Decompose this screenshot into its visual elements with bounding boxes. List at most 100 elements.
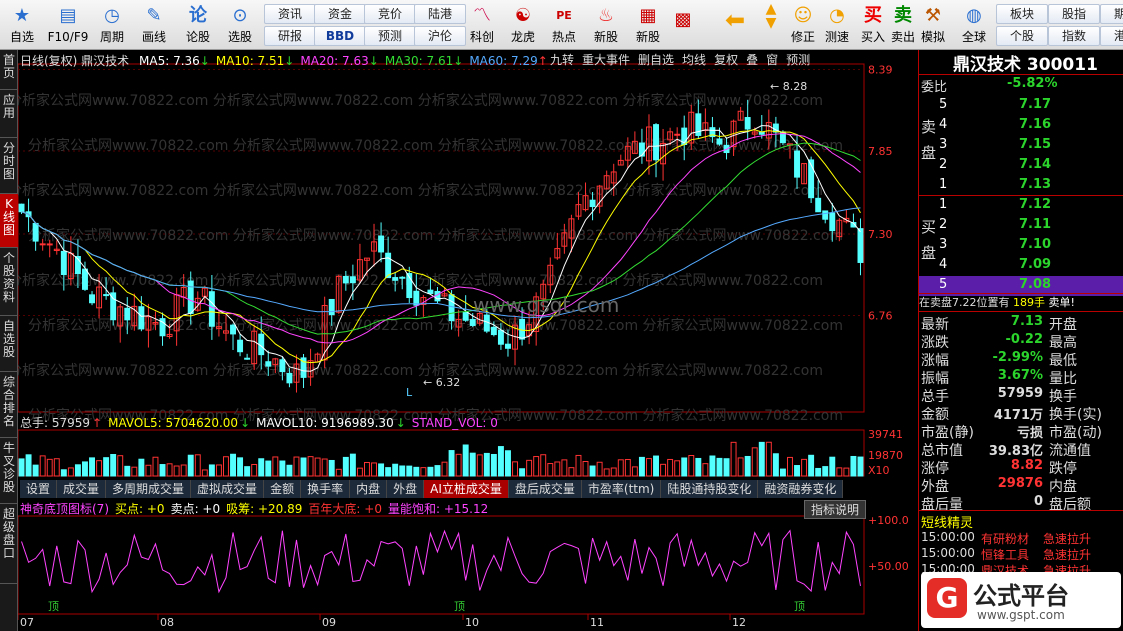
- sidenav-profile[interactable]: 个股资料: [0, 248, 18, 316]
- volume-tab-1[interactable]: 成交量: [57, 480, 107, 498]
- toolbar-dragon-tiger[interactable]: ☯ 龙虎: [505, 2, 541, 44]
- level-number: 4: [939, 257, 948, 272]
- toolbar-hot[interactable]: ♨ 新股: [588, 2, 624, 44]
- sell-level[interactable]: 1 7.13: [919, 176, 1123, 196]
- volume-bar: [681, 457, 688, 477]
- volume-tab-7[interactable]: 外盘: [387, 480, 425, 498]
- volume-bar: [497, 446, 504, 477]
- volume-bar: [251, 463, 258, 477]
- kline-chart-area[interactable]: 8.39 7.85 7.30 6.76 分析家公式网www.70822.com 分析家公…: [18, 50, 918, 631]
- buy-level[interactable]: 2 7.11: [919, 216, 1123, 236]
- elf-row[interactable]: 15:00:00 恒锋工具 急速拉升: [921, 546, 1121, 562]
- candle-body: [286, 372, 293, 384]
- indicator-explain-button[interactable]: 指标说明: [804, 500, 867, 519]
- chart-tool-1[interactable]: 重大事件: [582, 53, 630, 67]
- toolbar-star-market[interactable]: 〽科创: [464, 2, 500, 44]
- toolbar-select[interactable]: ⊙ 选股: [222, 2, 258, 44]
- volume-tab-5[interactable]: 换手率: [301, 480, 351, 498]
- btn-auction[interactable]: 竞价: [364, 4, 416, 24]
- btn-news[interactable]: 资讯: [264, 4, 316, 24]
- toolbar-f10[interactable]: ▤ F10/F9: [46, 2, 90, 44]
- btn-reports[interactable]: 研报: [264, 26, 316, 46]
- toolbar-sell[interactable]: 卖卖出: [888, 2, 918, 44]
- volume-tab-4[interactable]: 金额: [264, 480, 302, 498]
- kline-chart-svg[interactable]: 8.39 7.85 7.30 6.76 分析家公式网www.70822.com 分析家公…: [18, 50, 918, 631]
- btn-hk-connect[interactable]: 陆港: [414, 4, 466, 24]
- sidenav-kline[interactable]: K线图: [0, 194, 18, 248]
- chart-tool-3[interactable]: 均线: [682, 53, 706, 67]
- chart-tool-5[interactable]: 叠: [746, 53, 758, 67]
- btn-stock[interactable]: 个股: [996, 26, 1048, 46]
- toolbar-period[interactable]: ◷ 周期: [94, 2, 130, 44]
- toolbar-pe[interactable]: PE 热点: [546, 2, 582, 44]
- sell-level[interactable]: 5 7.17: [919, 96, 1123, 116]
- sidenav-ranking[interactable]: 综合排名: [0, 372, 18, 438]
- btn-funds[interactable]: 资金: [314, 4, 366, 24]
- chart-tool-0[interactable]: 九转: [550, 53, 574, 67]
- btn-index[interactable]: 指数: [1048, 26, 1100, 46]
- volume-bar: [159, 464, 166, 477]
- btn-hk-stocks[interactable]: 港股: [1100, 26, 1123, 46]
- volume-tab-3[interactable]: 虚拟成交量: [191, 480, 265, 498]
- toolbar-draw[interactable]: ✎ 画线: [136, 2, 172, 44]
- volume-tab-2[interactable]: 多周期成交量: [106, 480, 192, 498]
- volume-tab-11[interactable]: 陆股通持股变化: [661, 480, 759, 498]
- chart-tool-2[interactable]: 删自选: [638, 53, 674, 67]
- chart-tool-7[interactable]: 预测: [786, 53, 810, 67]
- btn-forecast[interactable]: 预测: [364, 26, 416, 46]
- toolbar-buy[interactable]: 买买入: [858, 2, 888, 44]
- volume-tab-9[interactable]: 盘后成交量: [508, 480, 582, 498]
- toolbar-back[interactable]: ⬅: [720, 6, 750, 34]
- volume-bar: [674, 460, 681, 477]
- ma5-line: [21, 125, 861, 372]
- btn-futures[interactable]: 期货: [1100, 4, 1123, 24]
- volume-tab-8[interactable]: AI立桩成交量: [424, 480, 509, 498]
- buy-level[interactable]: 3 7.10: [919, 236, 1123, 256]
- volume-tab-12[interactable]: 融资融券变化: [758, 480, 844, 498]
- sidenav-diagnosis[interactable]: 牛叉诊股: [0, 438, 18, 504]
- chart-tool-4[interactable]: 复权: [714, 53, 738, 67]
- sell-level[interactable]: 3 7.15: [919, 136, 1123, 156]
- btn-sector[interactable]: 板块: [996, 4, 1048, 24]
- toolbar-simulate[interactable]: ⚒ 模拟: [918, 2, 948, 44]
- sell-level[interactable]: 4 7.16: [919, 116, 1123, 136]
- volume-bar: [307, 456, 314, 477]
- month-label: 11: [590, 616, 604, 629]
- volume-tab-6[interactable]: 内盘: [350, 480, 388, 498]
- toolbar-global[interactable]: ◍ 全球: [956, 2, 992, 44]
- arrow-left-icon: ⬅: [724, 6, 746, 34]
- toolbar-more[interactable]: ▩: [672, 6, 694, 34]
- btn-bbd[interactable]: BBD: [314, 26, 366, 46]
- sidenav-intraday[interactable]: 分时图: [0, 138, 18, 194]
- sidenav-home[interactable]: 首页: [0, 50, 18, 90]
- sidenav-apps[interactable]: 应用: [0, 90, 18, 138]
- volume-bar: [589, 465, 596, 477]
- candle-body: [378, 235, 385, 253]
- discuss-icon: 论: [189, 5, 207, 26]
- indicator-legend-item: 吸筹: +20.89: [226, 502, 303, 516]
- buy-level[interactable]: 1 7.12: [919, 196, 1123, 216]
- chart-tool-6[interactable]: 窗: [766, 53, 778, 67]
- volume-tab-0[interactable]: 设置: [20, 480, 58, 498]
- elf-row[interactable]: 15:00:00 有研粉材 急速拉升: [921, 530, 1121, 546]
- vol-arrow: ↓: [240, 416, 251, 430]
- buy-level[interactable]: 4 7.09: [919, 256, 1123, 276]
- toolbar-up-down[interactable]: ▲ ▼: [760, 2, 782, 30]
- sell-level[interactable]: 2 7.14: [919, 156, 1123, 176]
- toolbar-discuss[interactable]: 论论股: [180, 2, 216, 44]
- toolbar-correct[interactable]: ☺ 修正: [788, 2, 818, 44]
- volume-bar: [610, 467, 617, 477]
- toolbar-favorites[interactable]: ★ 自选: [4, 2, 40, 44]
- sidenav-watchlist[interactable]: 自选股: [0, 316, 18, 372]
- volume-bar: [406, 465, 413, 477]
- volume-bar: [850, 455, 857, 477]
- toolbar-ipo[interactable]: ▦自选新股: [630, 2, 666, 44]
- btn-index-futures[interactable]: 股指: [1048, 4, 1100, 24]
- sidenav-super-panel[interactable]: 超级盘口: [0, 504, 18, 584]
- toolbar-speed[interactable]: ◔ 测速: [822, 2, 852, 44]
- buy-icon: 买: [864, 5, 882, 26]
- stat-label-right: 盘后额: [1049, 497, 1091, 513]
- volume-tab-10[interactable]: 市盈率(ttm): [581, 480, 662, 498]
- btn-shanghai-london[interactable]: 沪伦: [414, 26, 466, 46]
- candle-body: [490, 326, 497, 336]
